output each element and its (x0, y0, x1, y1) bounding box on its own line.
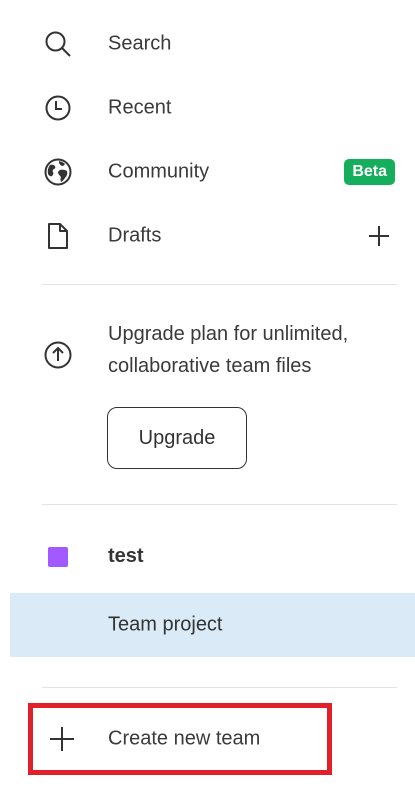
nav-item-recent-label: Recent (108, 96, 172, 119)
team-color-swatch (48, 547, 68, 567)
nav-item-search-label: Search (108, 32, 172, 55)
beta-badge: Beta (344, 159, 395, 185)
plus-icon (47, 724, 77, 754)
upgrade-message: Upgrade plan for unlimited, collaborativ… (108, 323, 349, 377)
globe-icon (38, 152, 78, 192)
team-project-label: Team project (108, 613, 223, 636)
divider (42, 504, 397, 505)
file-icon (38, 216, 78, 256)
team-name[interactable]: test (108, 545, 144, 568)
nav-item-community[interactable]: Community Beta (0, 150, 415, 194)
clock-icon (38, 88, 78, 128)
divider (42, 284, 397, 285)
create-new-team-label: Create new team (108, 727, 261, 750)
plus-icon (369, 226, 389, 246)
nav-item-search[interactable]: Search (0, 22, 415, 66)
nav-item-community-label: Community (108, 160, 210, 183)
upgrade-button[interactable]: Upgrade (107, 407, 247, 469)
add-draft-button[interactable] (365, 222, 393, 250)
sidebar-item-team-project[interactable]: Team project (10, 593, 415, 657)
nav-item-drafts[interactable]: Drafts (0, 214, 415, 258)
create-new-team-button[interactable]: Create new team (28, 703, 332, 775)
arrow-up-circle-icon (38, 335, 78, 375)
divider (42, 687, 397, 688)
search-icon (38, 24, 78, 64)
nav-item-recent[interactable]: Recent (0, 86, 415, 130)
nav-item-drafts-label: Drafts (108, 224, 162, 247)
